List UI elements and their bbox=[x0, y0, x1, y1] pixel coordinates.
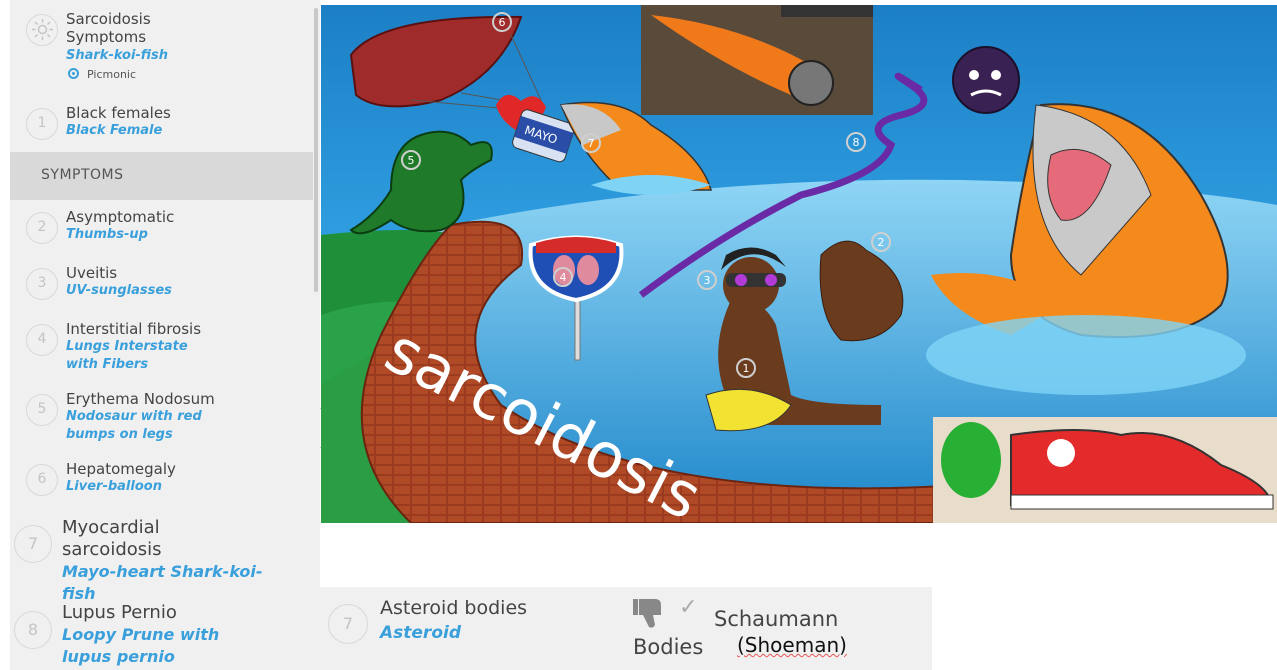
thumbs-down-icon[interactable] bbox=[633, 597, 667, 633]
note-line-2: (Shoeman) bbox=[737, 633, 847, 657]
sidebar-item-hepatomegaly[interactable]: 6 Hepatomegaly Liver-balloon bbox=[10, 460, 314, 506]
sidebar-item-asymptomatic[interactable]: 2 Asymptomatic Thumbs-up bbox=[10, 208, 314, 254]
asteroid-inset bbox=[641, 5, 873, 115]
sidebar-item-lupus-pernio[interactable]: 8 Lupus Pernio Loopy Prune with lupus pe… bbox=[10, 602, 314, 670]
sidebar-item-subtitle: Liver-balloon bbox=[66, 479, 162, 494]
sidebar: Sarcoidosis Symptoms Shark-koi-fish Picm… bbox=[10, 0, 320, 670]
marker-6-label: 6 bbox=[499, 16, 506, 29]
fact-subtitle: Asteroid bbox=[380, 623, 461, 643]
sidebar-item-subtitle: Mayo-heart Shark-koi-fish bbox=[62, 562, 263, 603]
scene-illustration: sarcoidosis MAYO 1 2 3 4 5 6 7 8 bbox=[321, 5, 1277, 523]
sidebar-item-subtitle: UV-sunglasses bbox=[66, 283, 172, 298]
marker-7-label: 7 bbox=[588, 137, 595, 150]
item-number: 8 bbox=[14, 611, 52, 649]
note-line-2-text: (Shoeman) bbox=[737, 633, 847, 657]
picmonic-scene: sarcoidosis MAYO 1 2 3 4 5 6 7 8 bbox=[321, 5, 1277, 523]
picmonic-tag: Picmonic bbox=[68, 68, 136, 81]
note-line-1: Schaumann bbox=[714, 607, 839, 631]
eye-icon bbox=[68, 68, 79, 79]
sidebar-item-subtitle: Nodosaur with red bumps on legs bbox=[66, 409, 202, 442]
marker-8-label: 8 bbox=[853, 136, 860, 149]
section-header-symptoms: SYMPTOMS bbox=[10, 152, 313, 200]
sidebar-scrollbar[interactable] bbox=[314, 8, 318, 292]
sidebar-item-subtitle: Shark-koi-fish bbox=[66, 48, 169, 63]
checkmark-icon[interactable]: ✓ bbox=[679, 595, 697, 620]
item-number: 6 bbox=[26, 464, 58, 496]
marker-4-label: 4 bbox=[560, 271, 567, 284]
sidebar-item-title: Interstitial fibrosis bbox=[66, 320, 202, 338]
note-line-3: Bodies bbox=[633, 635, 704, 659]
fact-title: Asteroid bodies bbox=[380, 597, 528, 619]
sidebar-item-erythema-nodosum[interactable]: 5 Erythema Nodosum Nodosaur with red bum… bbox=[10, 390, 314, 450]
item-number: 5 bbox=[26, 394, 58, 426]
section-label: SYMPTOMS bbox=[41, 167, 124, 183]
picmonic-tag-label: Picmonic bbox=[87, 68, 137, 81]
sun-icon bbox=[26, 14, 58, 46]
item-number: 3 bbox=[26, 268, 58, 300]
sidebar-item-title: Myocardial sarcoidosis bbox=[62, 517, 162, 560]
item-number: 2 bbox=[26, 212, 58, 244]
item-number: 7 bbox=[14, 525, 52, 563]
sidebar-item-sarcoidosis-symptoms[interactable]: Sarcoidosis Symptoms Shark-koi-fish bbox=[10, 8, 314, 88]
note-card: ✓ Schaumann (Shoeman) Bodies bbox=[619, 587, 932, 670]
marker-1-label: 1 bbox=[743, 362, 750, 375]
marker-2-label: 2 bbox=[878, 236, 885, 249]
sidebar-item-title: Lupus Pernio bbox=[62, 602, 177, 623]
sidebar-item-title: Asymptomatic bbox=[66, 208, 175, 226]
loopy-prune bbox=[952, 46, 1020, 114]
fact-card-asteroid-bodies[interactable]: 7 Asteroid bodies Asteroid bbox=[320, 587, 619, 670]
sidebar-item-subtitle: Lungs Interstate with Fibers bbox=[66, 339, 188, 372]
item-number: 7 bbox=[328, 604, 368, 644]
picmonic-page: Sarcoidosis Symptoms Shark-koi-fish Picm… bbox=[0, 0, 1277, 670]
sidebar-item-title: Sarcoidosis Symptoms bbox=[66, 10, 151, 46]
sidebar-item-myocardial-sarcoidosis[interactable]: 7 Myocardial sarcoidosis Mayo-heart Shar… bbox=[10, 517, 314, 603]
sidebar-item-black-females[interactable]: 1 Black females Black Female bbox=[10, 104, 314, 148]
sidebar-item-subtitle: Thumbs-up bbox=[66, 227, 148, 242]
sidebar-item-uveitis[interactable]: 3 Uveitis UV-sunglasses bbox=[10, 264, 314, 310]
shoeman-inset bbox=[933, 417, 1277, 523]
sidebar-item-title: Hepatomegaly bbox=[66, 460, 176, 478]
sidebar-item-title: Erythema Nodosum bbox=[66, 390, 215, 408]
sidebar-item-interstitial-fibrosis[interactable]: 4 Interstitial fibrosis Lungs Interstate… bbox=[10, 320, 314, 380]
sidebar-item-subtitle: Black Female bbox=[66, 123, 163, 138]
marker-3-label: 3 bbox=[704, 274, 711, 287]
item-number: 1 bbox=[26, 108, 58, 140]
sidebar-item-subtitle: Loopy Prune with lupus pernio bbox=[62, 625, 220, 666]
sidebar-item-title: Uveitis bbox=[66, 264, 118, 282]
item-number: 4 bbox=[26, 324, 58, 356]
sidebar-item-title: Black females bbox=[66, 104, 171, 122]
marker-5-label: 5 bbox=[408, 154, 415, 167]
